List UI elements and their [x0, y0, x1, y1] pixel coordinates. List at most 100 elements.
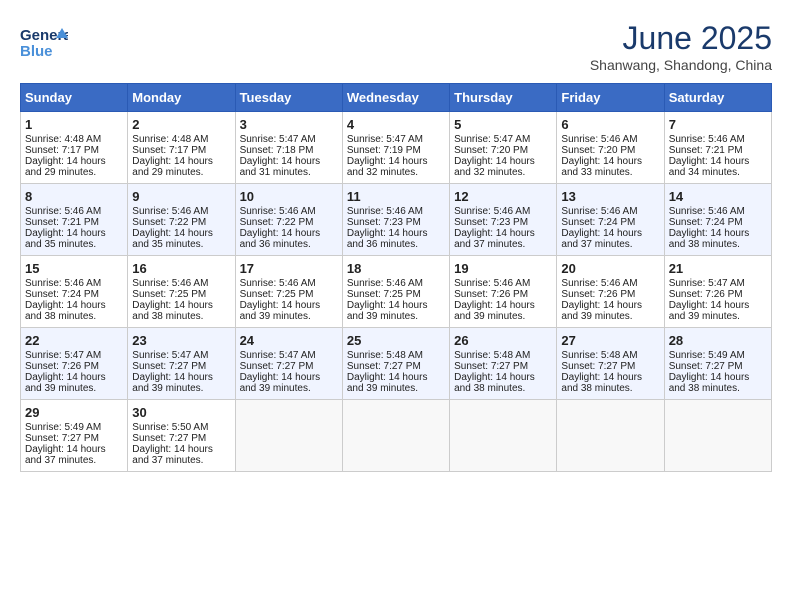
daylight: Daylight: 14 hours and 37 minutes.	[25, 444, 106, 466]
calendar-cell: 21Sunrise: 5:47 AMSunset: 7:26 PMDayligh…	[664, 256, 771, 328]
sunset: Sunset: 7:19 PM	[347, 145, 421, 156]
header: General Blue June 2025 Shanwang, Shandon…	[20, 20, 772, 73]
day-number: 17	[240, 261, 338, 276]
calendar-cell: 15Sunrise: 5:46 AMSunset: 7:24 PMDayligh…	[21, 256, 128, 328]
daylight: Daylight: 14 hours and 32 minutes.	[454, 156, 535, 178]
daylight: Daylight: 14 hours and 39 minutes.	[25, 372, 106, 394]
weekday-header: Wednesday	[342, 84, 449, 112]
sunset: Sunset: 7:22 PM	[240, 217, 314, 228]
day-number: 15	[25, 261, 123, 276]
sunrise: Sunrise: 5:46 AM	[561, 278, 637, 289]
day-number: 1	[25, 117, 123, 132]
day-number: 18	[347, 261, 445, 276]
weekday-header: Friday	[557, 84, 664, 112]
daylight: Daylight: 14 hours and 39 minutes.	[132, 372, 213, 394]
calendar-cell	[235, 400, 342, 472]
calendar-cell: 20Sunrise: 5:46 AMSunset: 7:26 PMDayligh…	[557, 256, 664, 328]
sunset: Sunset: 7:26 PM	[561, 289, 635, 300]
sunrise: Sunrise: 5:46 AM	[347, 206, 423, 217]
day-number: 4	[347, 117, 445, 132]
sunrise: Sunrise: 5:46 AM	[25, 206, 101, 217]
calendar-cell	[557, 400, 664, 472]
sunrise: Sunrise: 5:46 AM	[132, 206, 208, 217]
day-number: 3	[240, 117, 338, 132]
weekday-header: Saturday	[664, 84, 771, 112]
sunrise: Sunrise: 5:47 AM	[240, 350, 316, 361]
month-title: June 2025	[590, 20, 772, 57]
day-number: 12	[454, 189, 552, 204]
day-number: 13	[561, 189, 659, 204]
day-number: 21	[669, 261, 767, 276]
sunset: Sunset: 7:23 PM	[454, 217, 528, 228]
sunrise: Sunrise: 5:46 AM	[347, 278, 423, 289]
day-number: 22	[25, 333, 123, 348]
sunrise: Sunrise: 5:47 AM	[25, 350, 101, 361]
calendar-cell: 25Sunrise: 5:48 AMSunset: 7:27 PMDayligh…	[342, 328, 449, 400]
calendar-cell: 4Sunrise: 5:47 AMSunset: 7:19 PMDaylight…	[342, 112, 449, 184]
calendar-cell: 11 Sunrise: 5:46 AMSunset: 7:23 PMDayligh…	[342, 184, 449, 256]
weekday-header: Sunday	[21, 84, 128, 112]
daylight: Daylight: 14 hours and 32 minutes.	[347, 156, 428, 178]
daylight: Daylight: 14 hours and 36 minutes.	[240, 228, 321, 250]
day-number: 11	[347, 189, 445, 204]
calendar-cell: 12Sunrise: 5:46 AMSunset: 7:23 PMDayligh…	[450, 184, 557, 256]
daylight: Daylight: 14 hours and 38 minutes.	[669, 228, 750, 250]
calendar-cell: 22 Sunrise: 5:47 AMSunset: 7:26 PMDayligh…	[21, 328, 128, 400]
sunset: Sunset: 7:21 PM	[669, 145, 743, 156]
sunrise: Sunrise: 5:46 AM	[561, 206, 637, 217]
daylight: Daylight: 14 hours and 29 minutes.	[25, 156, 106, 178]
sunset: Sunset: 7:27 PM	[240, 361, 314, 372]
day-number: 8	[25, 189, 123, 204]
calendar-cell: 3Sunrise: 5:47 AMSunset: 7:18 PMDaylight…	[235, 112, 342, 184]
calendar-cell: 28Sunrise: 5:49 AMSunset: 7:27 PMDayligh…	[664, 328, 771, 400]
day-number: 25	[347, 333, 445, 348]
sunset: Sunset: 7:25 PM	[132, 289, 206, 300]
calendar-cell	[664, 400, 771, 472]
calendar-cell: 7Sunrise: 5:46 AMSunset: 7:21 PMDaylight…	[664, 112, 771, 184]
daylight: Daylight: 14 hours and 37 minutes.	[454, 228, 535, 250]
daylight: Daylight: 14 hours and 39 minutes.	[347, 300, 428, 322]
calendar-cell: 2Sunrise: 4:48 AMSunset: 7:17 PMDaylight…	[128, 112, 235, 184]
daylight: Daylight: 14 hours and 36 minutes.	[347, 228, 428, 250]
day-number: 24	[240, 333, 338, 348]
day-number: 23	[132, 333, 230, 348]
daylight: Daylight: 14 hours and 38 minutes.	[132, 300, 213, 322]
sunset: Sunset: 7:17 PM	[132, 145, 206, 156]
sunrise: Sunrise: 5:46 AM	[25, 278, 101, 289]
weekday-header: Tuesday	[235, 84, 342, 112]
sunrise: Sunrise: 5:47 AM	[454, 134, 530, 145]
sunset: Sunset: 7:17 PM	[25, 145, 99, 156]
calendar-week-row: 22Sunrise: 5:47 AMSunset: 7:26 PMDayligh…	[21, 328, 772, 400]
sunset: Sunset: 7:24 PM	[669, 217, 743, 228]
daylight: Daylight: 14 hours and 38 minutes.	[669, 372, 750, 394]
title-block: June 2025 Shanwang, Shandong, China	[590, 20, 772, 73]
sunset: Sunset: 7:18 PM	[240, 145, 314, 156]
calendar-cell: 1Sunrise: 4:48 AMSunset: 7:17 PMDaylight…	[21, 112, 128, 184]
sunset: Sunset: 7:24 PM	[25, 289, 99, 300]
day-number: 14	[669, 189, 767, 204]
sunrise: Sunrise: 4:48 AM	[132, 134, 208, 145]
daylight: Daylight: 14 hours and 35 minutes.	[132, 228, 213, 250]
sunrise: Sunrise: 5:50 AM	[132, 422, 208, 433]
calendar-cell: 26Sunrise: 5:48 AMSunset: 7:27 PMDayligh…	[450, 328, 557, 400]
sunset: Sunset: 7:25 PM	[240, 289, 314, 300]
sunset: Sunset: 7:27 PM	[347, 361, 421, 372]
calendar-cell: 13Sunrise: 5:46 AMSunset: 7:24 PMDayligh…	[557, 184, 664, 256]
calendar-cell: 8Sunrise: 5:46 AMSunset: 7:21 PMDaylight…	[21, 184, 128, 256]
calendar-cell: 17Sunrise: 5:46 AMSunset: 7:25 PMDayligh…	[235, 256, 342, 328]
sunset: Sunset: 7:23 PM	[347, 217, 421, 228]
sunrise: Sunrise: 5:46 AM	[454, 278, 530, 289]
daylight: Daylight: 14 hours and 39 minutes.	[454, 300, 535, 322]
calendar-cell: 16Sunrise: 5:46 AMSunset: 7:25 PMDayligh…	[128, 256, 235, 328]
sunrise: Sunrise: 5:48 AM	[454, 350, 530, 361]
sunset: Sunset: 7:26 PM	[25, 361, 99, 372]
day-number: 20	[561, 261, 659, 276]
day-number: 16	[132, 261, 230, 276]
calendar-cell: 5Sunrise: 5:47 AMSunset: 7:20 PMDaylight…	[450, 112, 557, 184]
calendar-week-row: 1Sunrise: 4:48 AMSunset: 7:17 PMDaylight…	[21, 112, 772, 184]
calendar-cell: 6Sunrise: 5:46 AMSunset: 7:20 PMDaylight…	[557, 112, 664, 184]
calendar-cell	[342, 400, 449, 472]
calendar-cell: 27Sunrise: 5:48 AMSunset: 7:27 PMDayligh…	[557, 328, 664, 400]
day-number: 30	[132, 405, 230, 420]
sunset: Sunset: 7:20 PM	[561, 145, 635, 156]
